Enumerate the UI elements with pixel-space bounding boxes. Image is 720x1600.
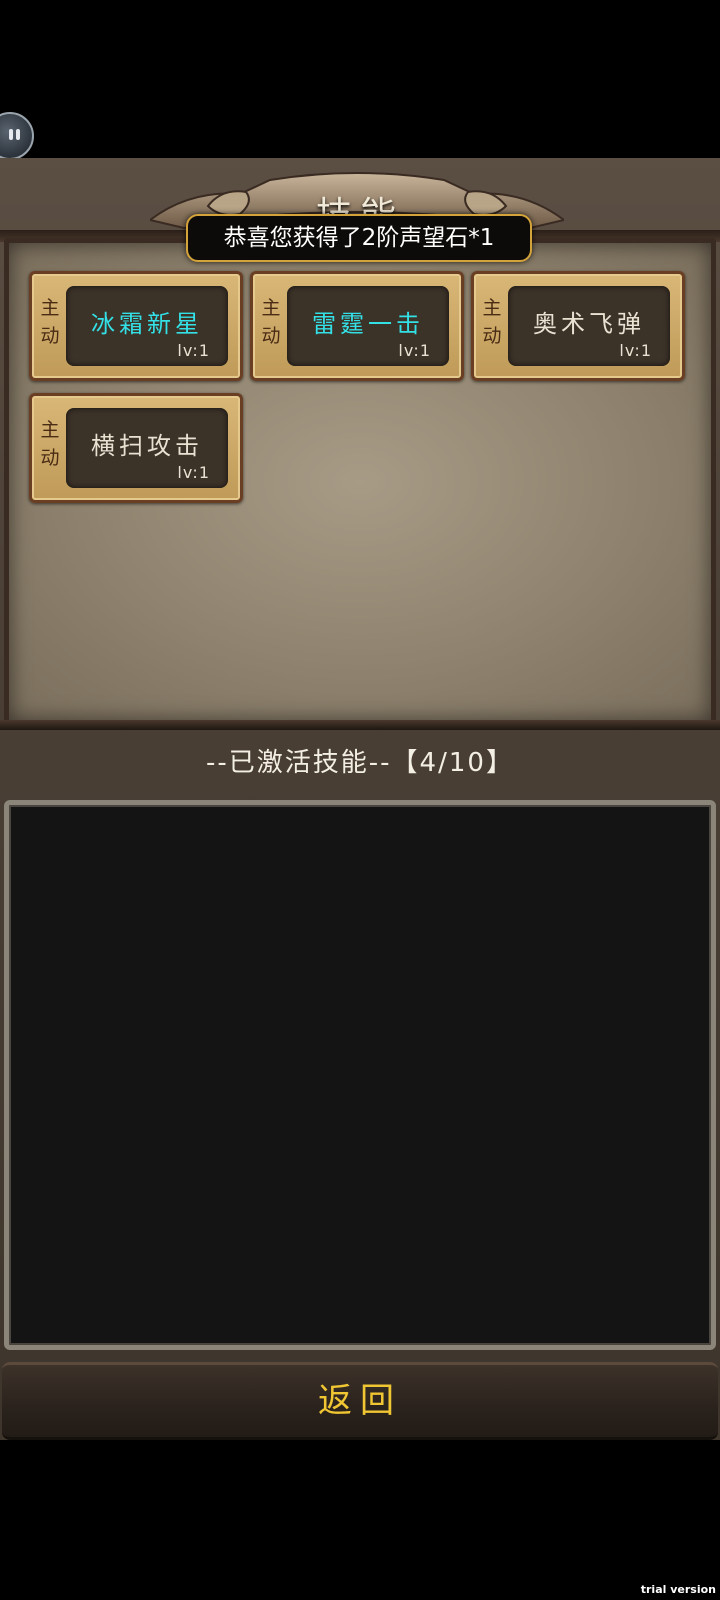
- skill-card-thunder-clap[interactable]: 主动 雷霆一击 lv:1: [250, 271, 464, 381]
- skill-type-label: 主动: [38, 294, 62, 350]
- assistant-eye-icon: [16, 129, 20, 140]
- skill-type-char-2: 动: [40, 325, 60, 347]
- skill-type-char-1: 主: [40, 419, 60, 441]
- skill-type-char-1: 主: [482, 297, 502, 319]
- skill-level: lv:1: [398, 341, 431, 360]
- skill-type-label: 主动: [480, 294, 504, 350]
- skill-type-char-2: 动: [482, 325, 502, 347]
- skill-level: lv:1: [177, 463, 210, 482]
- skill-name: 奥术飞弹: [533, 310, 645, 338]
- assistant-eye-icon: [9, 129, 13, 140]
- skill-type-label: 主动: [38, 416, 62, 472]
- reward-toast: 恭喜您获得了2阶声望石*1: [186, 214, 532, 262]
- skill-inner-box: 冰霜新星 lv:1: [66, 286, 228, 366]
- skill-inner-box: 奥术飞弹 lv:1: [508, 286, 670, 366]
- skill-inner-box: 雷霆一击 lv:1: [287, 286, 449, 366]
- active-skills-header: --已激活技能--【4/10】: [206, 748, 514, 778]
- skill-inner-box: 横扫攻击 lv:1: [66, 408, 228, 488]
- skill-name: 横扫攻击: [91, 432, 203, 460]
- return-button[interactable]: 返回: [2, 1362, 718, 1440]
- skill-type-label: 主动: [259, 294, 283, 350]
- skill-name: 雷霆一击: [312, 310, 424, 338]
- skill-card-frost-nova[interactable]: 主动 冰霜新星 lv:1: [29, 271, 243, 381]
- skill-card-sweeping-strike[interactable]: 主动 横扫攻击 lv:1: [29, 393, 243, 503]
- skill-type-char-2: 动: [40, 447, 60, 469]
- skill-card-arcane-missiles[interactable]: 主动 奥术飞弹 lv:1: [471, 271, 685, 381]
- floating-assistant-button[interactable]: [0, 112, 34, 160]
- skill-level: lv:1: [619, 341, 652, 360]
- skill-list-panel: 主动 冰霜新星 lv:1 主动 雷霆一击 lv:1 主动 奥术飞弹 lv:1 主…: [4, 238, 716, 726]
- active-skills-panel: [4, 800, 716, 1350]
- skill-type-char-1: 主: [40, 297, 60, 319]
- skill-type-char-2: 动: [261, 325, 281, 347]
- skill-level: lv:1: [177, 341, 210, 360]
- skill-name: 冰霜新星: [91, 310, 203, 338]
- skill-type-char-1: 主: [261, 297, 281, 319]
- panel-rim-bottom: [0, 720, 720, 730]
- trial-watermark: trial version: [640, 1583, 716, 1596]
